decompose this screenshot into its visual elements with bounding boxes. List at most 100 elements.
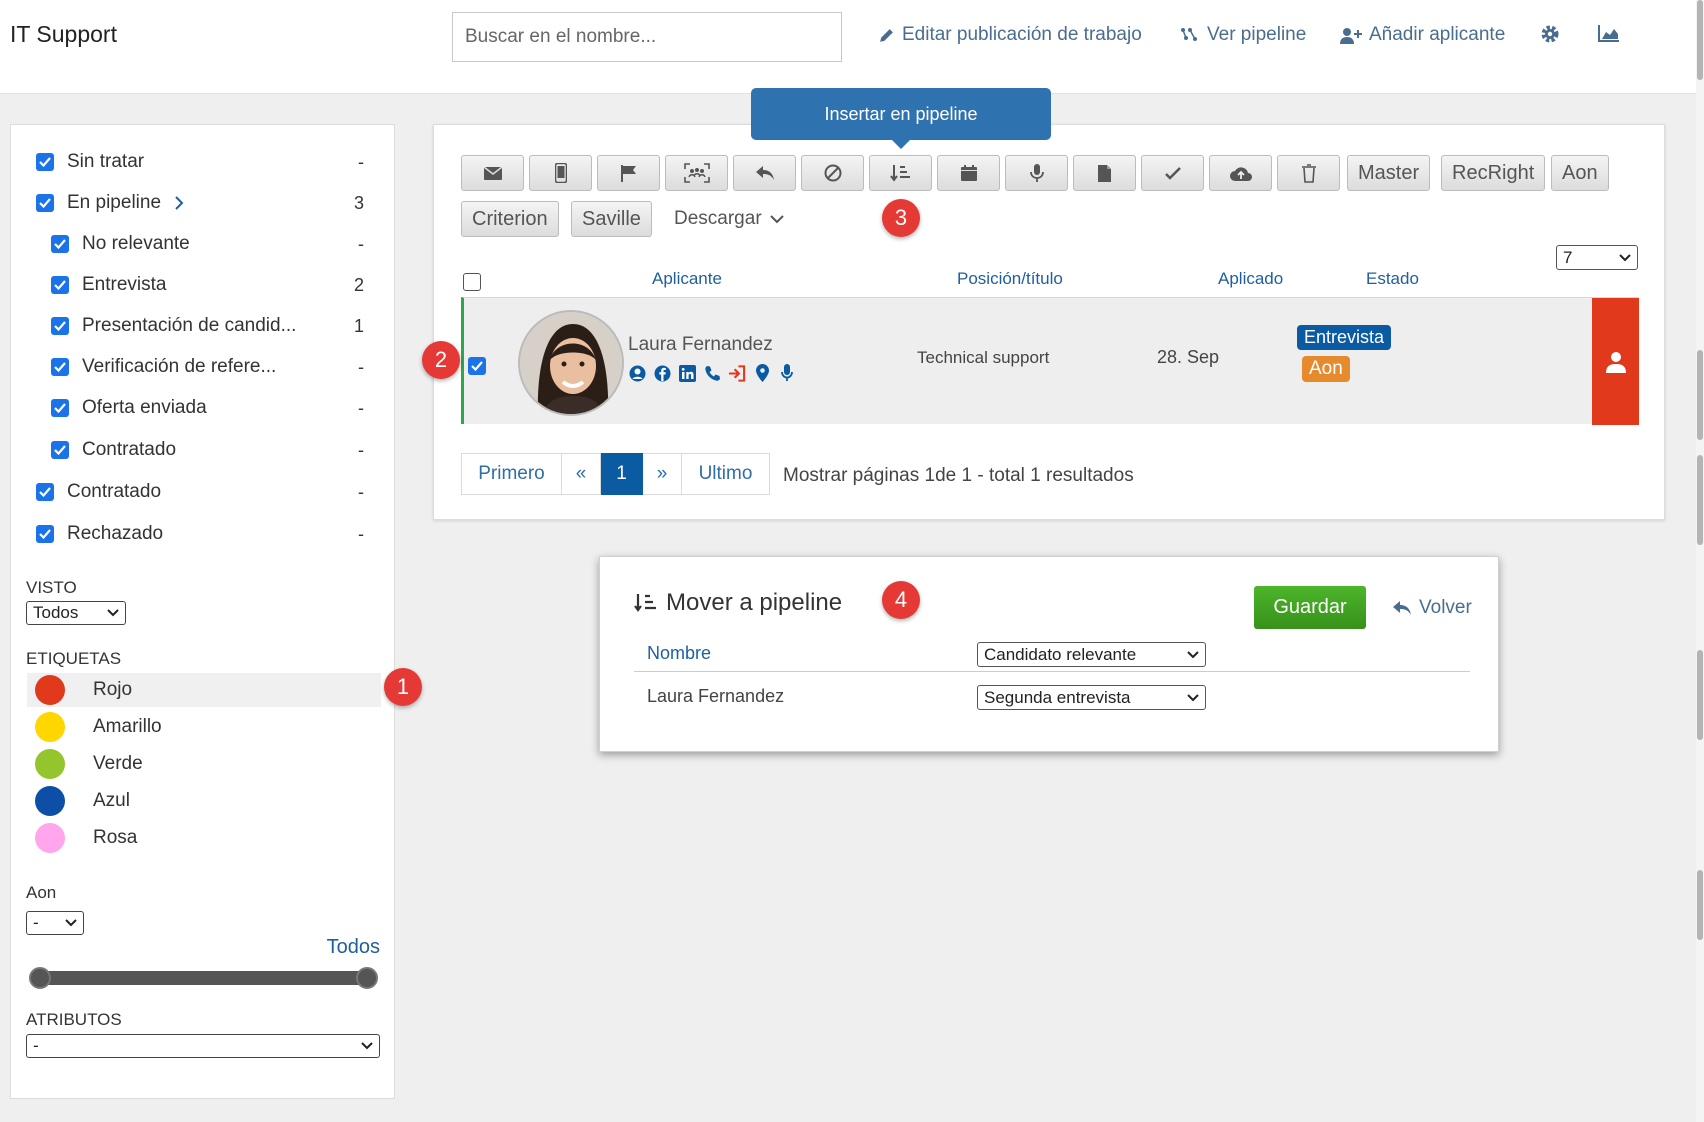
scrollbar-thumb[interactable] [1697, 650, 1703, 740]
gear-icon[interactable] [1540, 24, 1560, 44]
linkedin-icon[interactable] [678, 364, 696, 382]
checkbox-checked-icon[interactable] [51, 441, 69, 459]
group-scan-button[interactable] [665, 155, 728, 191]
search-input[interactable] [452, 12, 842, 62]
column-status[interactable]: Estado [1366, 269, 1419, 289]
calendar-button[interactable] [937, 155, 1000, 191]
delete-button[interactable] [1277, 155, 1340, 191]
status-badge-entrevista[interactable]: Entrevista [1297, 325, 1392, 350]
chevron-down-icon [769, 214, 784, 224]
checkbox-checked-icon[interactable] [51, 358, 69, 376]
aon-range-all-link[interactable]: Todos [327, 936, 380, 959]
page-size-select[interactable]: 7 [1556, 245, 1638, 270]
checkbox-checked-icon[interactable] [51, 276, 69, 294]
profile-button[interactable] [1592, 298, 1639, 425]
tag-label: Rosa [93, 827, 138, 848]
checkbox-checked-icon[interactable] [36, 194, 54, 212]
facebook-icon[interactable] [653, 364, 671, 382]
master-button[interactable]: Master [1347, 155, 1431, 191]
aon-select[interactable]: - [26, 911, 84, 935]
user-circle-icon[interactable] [628, 364, 646, 382]
tag-azul[interactable]: Azul [27, 784, 381, 818]
column-applicant[interactable]: Aplicante [652, 269, 722, 289]
checkbox-checked-icon[interactable] [36, 153, 54, 171]
filter-contratado-sub[interactable]: Contratado - [51, 435, 386, 465]
annotation-badge-2: 2 [422, 341, 460, 379]
scrollbar-thumb[interactable] [1697, 0, 1703, 80]
filter-entrevista[interactable]: Entrevista 2 [51, 270, 386, 300]
add-applicant-link[interactable]: Añadir aplicante [1340, 22, 1505, 48]
sign-in-icon[interactable] [728, 364, 746, 382]
aon-range-slider[interactable] [29, 967, 378, 989]
pipeline-stage-value: Segunda entrevista [984, 687, 1131, 707]
recright-button[interactable]: RecRight [1441, 155, 1546, 191]
scrollbar-thumb[interactable] [1697, 350, 1703, 440]
visto-select[interactable]: Todos [26, 601, 126, 625]
criterion-button[interactable]: Criterion [461, 201, 559, 237]
column-position[interactable]: Posición/título [957, 269, 1063, 289]
tag-amarillo[interactable]: Amarillo [27, 710, 381, 744]
filter-oferta-enviada[interactable]: Oferta enviada - [51, 393, 386, 423]
filter-sin-tratar[interactable]: Sin tratar - [36, 147, 386, 177]
pagination-current[interactable]: 1 [601, 453, 643, 495]
scrollbar-thumb[interactable] [1697, 870, 1703, 940]
sms-button[interactable] [529, 155, 592, 191]
tag-rosa[interactable]: Rosa [27, 821, 381, 855]
save-button[interactable]: Guardar [1254, 586, 1366, 629]
column-applied[interactable]: Aplicado [1218, 269, 1283, 289]
approve-button[interactable] [1141, 155, 1204, 191]
record-button[interactable] [1005, 155, 1068, 191]
reply-button[interactable] [733, 155, 796, 191]
microphone-icon[interactable] [778, 364, 796, 382]
back-link[interactable]: Volver [1392, 597, 1472, 619]
checkbox-checked-icon[interactable] [36, 525, 54, 543]
filter-no-relevante[interactable]: No relevante - [51, 229, 386, 259]
pipeline-stage-select[interactable]: Segunda entrevista [977, 685, 1206, 710]
checkbox-checked-icon[interactable] [36, 483, 54, 501]
area-chart-icon[interactable] [1598, 24, 1620, 42]
checkbox-checked-icon[interactable] [51, 235, 69, 253]
scrollbar[interactable] [1696, 0, 1704, 1122]
checkbox-checked-icon[interactable] [51, 399, 69, 417]
document-button[interactable] [1073, 155, 1136, 191]
filter-contratado[interactable]: Contratado - [36, 477, 386, 507]
avatar[interactable] [518, 310, 624, 416]
pagination-first[interactable]: Primero [462, 453, 562, 495]
slider-handle-max[interactable] [356, 967, 378, 989]
filter-en-pipeline[interactable]: En pipeline 3 [36, 188, 386, 218]
download-dropdown[interactable]: Descargar [674, 208, 784, 230]
applicant-name-link[interactable]: Laura Fernandez [628, 334, 773, 356]
filter-presentacion[interactable]: Presentación de candid... 1 [51, 311, 386, 341]
slider-handle-min[interactable] [29, 967, 51, 989]
trash-icon [1301, 163, 1317, 183]
pagination-last[interactable]: Ultimo [682, 453, 770, 495]
reject-button[interactable] [801, 155, 864, 191]
tag-verde[interactable]: Verde [27, 747, 381, 781]
checkbox-checked-icon[interactable] [51, 317, 69, 335]
map-marker-icon[interactable] [753, 364, 771, 382]
filter-verificacion[interactable]: Verificación de refere... - [51, 352, 386, 382]
phone-icon[interactable] [703, 364, 721, 382]
atributos-select[interactable]: - [26, 1034, 380, 1058]
applied-date: 28. Sep [1157, 347, 1220, 367]
flag-button[interactable] [597, 155, 660, 191]
email-button[interactable] [461, 155, 524, 191]
select-all-checkbox[interactable] [463, 273, 481, 291]
annotation-badge-1: 1 [384, 668, 422, 706]
status-badge-aon[interactable]: Aon [1302, 356, 1350, 382]
filter-rechazado[interactable]: Rechazado - [36, 519, 386, 549]
pipeline-header-select[interactable]: Candidato relevante [977, 642, 1206, 667]
pagination-next[interactable]: » [643, 453, 682, 495]
edit-job-link[interactable]: Editar publicación de trabajo [878, 22, 1142, 48]
table-row[interactable]: Laura Fernandez Technical support 28. Se… [461, 297, 1639, 425]
insert-pipeline-button[interactable] [869, 155, 932, 191]
aon-button[interactable]: Aon [1551, 155, 1609, 191]
pagination-prev[interactable]: « [562, 453, 601, 495]
tag-rojo[interactable]: Rojo [27, 673, 381, 707]
upload-button[interactable] [1209, 155, 1272, 191]
saville-button[interactable]: Saville [571, 201, 652, 237]
scrollbar-thumb[interactable] [1697, 455, 1703, 545]
row-checkbox-checked-icon[interactable] [468, 357, 486, 375]
view-pipeline-link[interactable]: Ver pipeline [1180, 22, 1306, 48]
chevron-right-icon[interactable] [175, 196, 184, 210]
